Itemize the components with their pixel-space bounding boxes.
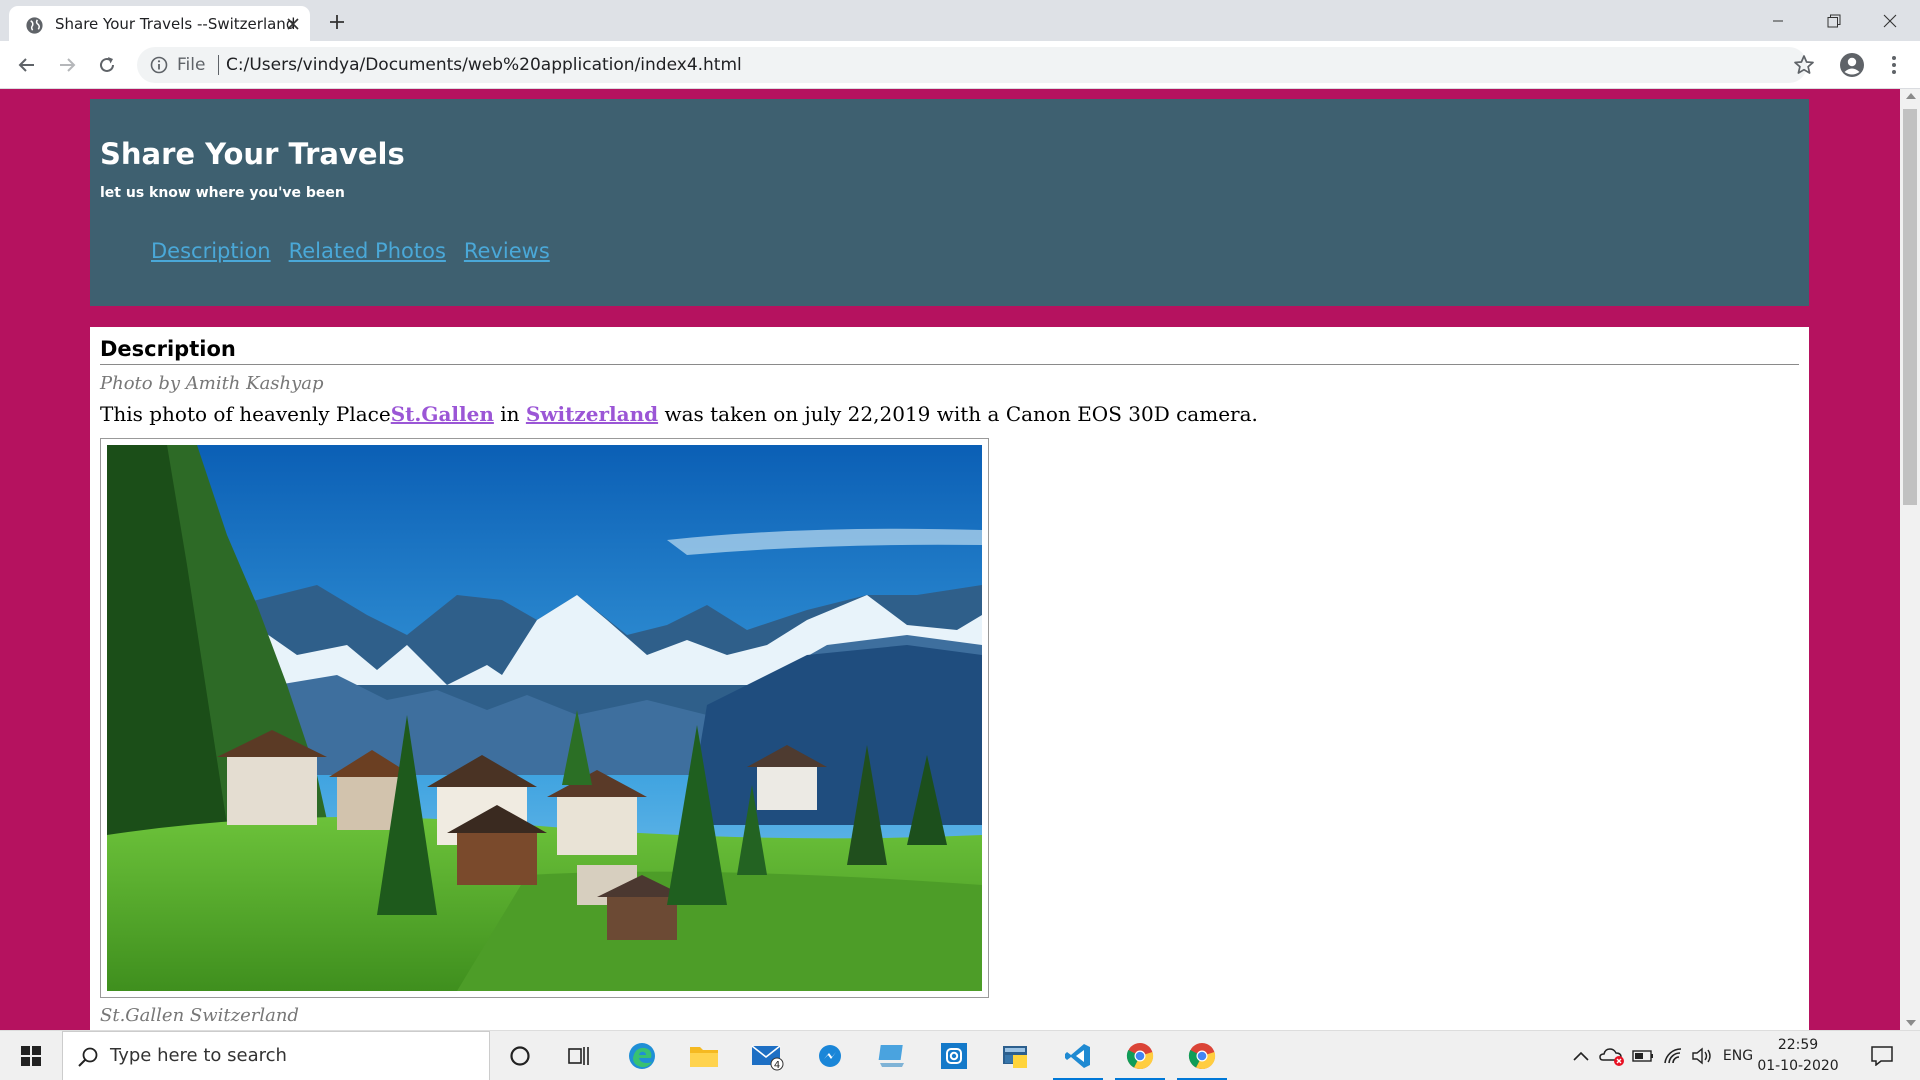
profile-icon[interactable] <box>1838 51 1866 79</box>
notifications-icon[interactable] <box>1864 1031 1900 1080</box>
url-separator <box>218 55 219 75</box>
edge-icon[interactable] <box>612 1031 672 1080</box>
minimize-icon[interactable] <box>1750 0 1806 41</box>
address-bar[interactable]: File C:/Users/vindya/Documents/web%20app… <box>137 47 1814 83</box>
landscape-photo <box>107 445 982 991</box>
chrome-icon[interactable] <box>1110 1031 1170 1080</box>
mail-icon[interactable]: 4 <box>738 1031 798 1080</box>
vscode-icon[interactable] <box>1048 1031 1108 1080</box>
chevron-up-icon[interactable] <box>1568 1031 1594 1080</box>
photo-caption: St.Gallen Switzerland <box>100 1005 299 1026</box>
nav-link-description[interactable]: Description <box>151 239 271 263</box>
onedrive-error-icon[interactable] <box>1598 1031 1626 1080</box>
instagram-icon[interactable] <box>924 1031 984 1080</box>
clock-time: 22:59 <box>1777 1037 1819 1053</box>
info-icon[interactable] <box>149 55 169 75</box>
clock-date: 01-10-2020 <box>1757 1058 1839 1074</box>
description-text-start: This photo of heavenly Place <box>100 402 391 426</box>
task-view-icon[interactable] <box>550 1031 610 1080</box>
pc-icon[interactable] <box>862 1031 922 1080</box>
photo-byline: Photo by Amith Kashyap <box>100 373 324 394</box>
globe-icon <box>26 17 43 34</box>
taskbar-search[interactable]: Type here to search <box>62 1031 490 1080</box>
page-viewport: Share Your Travels let us know where you… <box>0 89 1900 1030</box>
scroll-up-arrow-icon[interactable] <box>1906 93 1916 99</box>
reload-icon[interactable] <box>93 51 121 79</box>
site-tagline: let us know where you've been <box>100 185 345 201</box>
language-indicator[interactable]: ENG <box>1718 1031 1758 1080</box>
site-header: Share Your Travels let us know where you… <box>90 99 1809 306</box>
description-text-mid: in <box>493 402 526 426</box>
browser-toolbar: File C:/Users/vindya/Documents/web%20app… <box>0 41 1920 89</box>
nav-link-related-photos[interactable]: Related Photos <box>289 239 446 263</box>
close-icon[interactable] <box>282 13 304 35</box>
description-text-end: was taken on july 22,2019 with a Canon E… <box>658 402 1258 426</box>
messenger-icon[interactable] <box>800 1031 860 1080</box>
restore-icon[interactable] <box>1806 0 1862 41</box>
mail-badge: 4 <box>774 1060 780 1071</box>
battery-icon[interactable] <box>1630 1031 1656 1080</box>
site-nav: Description Related Photos Reviews <box>151 239 550 263</box>
file-explorer-icon[interactable] <box>674 1031 734 1080</box>
url-scheme-label: File <box>177 55 206 75</box>
search-placeholder: Type here to search <box>110 1045 287 1066</box>
taskbar-clock[interactable]: 22:59 01-10-2020 <box>1756 1035 1840 1077</box>
page-scrollbar[interactable] <box>1900 89 1920 1030</box>
tab-title: Share Your Travels --Switzerland <box>55 15 296 33</box>
back-arrow-icon[interactable] <box>13 51 41 79</box>
search-icon <box>78 1047 98 1067</box>
place-link[interactable]: St.Gallen <box>391 402 494 426</box>
bookmark-star-icon[interactable] <box>1793 54 1815 76</box>
browser-tab[interactable]: Share Your Travels --Switzerland <box>9 6 310 41</box>
section-heading: Description <box>100 337 236 361</box>
language-label: ENG <box>1722 1048 1754 1064</box>
cortana-icon[interactable] <box>490 1031 550 1080</box>
scroll-thumb[interactable] <box>1903 109 1917 505</box>
site-title: Share Your Travels <box>100 137 405 171</box>
url-text[interactable]: C:/Users/vindya/Documents/web%20applicat… <box>226 55 742 75</box>
python-icon[interactable] <box>986 1031 1046 1080</box>
taskbar: Type here to search 4 ENG 22:59 01-10-20… <box>0 1030 1920 1080</box>
volume-icon[interactable] <box>1690 1031 1716 1080</box>
window-close-icon[interactable] <box>1862 0 1918 41</box>
description-section: Description Photo by Amith Kashyap This … <box>90 327 1809 1030</box>
forward-arrow-icon[interactable] <box>53 51 81 79</box>
heading-divider <box>100 364 1799 365</box>
photo-description: This photo of heavenly PlaceSt.Gallen in… <box>100 402 1258 426</box>
country-link[interactable]: Switzerland <box>526 402 658 426</box>
scroll-down-arrow-icon[interactable] <box>1906 1020 1916 1026</box>
new-tab-icon[interactable] <box>324 9 350 35</box>
menu-kebab-icon[interactable] <box>1880 51 1908 79</box>
wifi-icon[interactable] <box>1660 1031 1686 1080</box>
photo-figure <box>100 438 989 998</box>
chrome-icon[interactable] <box>1172 1031 1232 1080</box>
browser-tabstrip: Share Your Travels --Switzerland <box>0 0 1920 41</box>
windows-start-icon[interactable] <box>0 1031 62 1080</box>
nav-link-reviews[interactable]: Reviews <box>464 239 550 263</box>
